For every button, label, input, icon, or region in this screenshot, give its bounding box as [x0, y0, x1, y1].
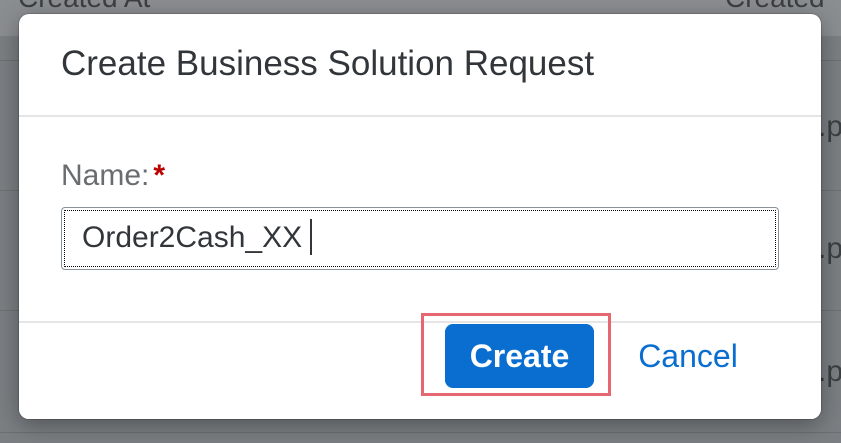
dialog-header: Create Business Solution Request	[19, 14, 821, 117]
text-caret	[310, 219, 313, 256]
name-input-value: Order2Cash_XX	[82, 221, 303, 254]
create-button[interactable]: Create	[445, 324, 594, 388]
required-marker: *	[153, 159, 166, 192]
background-column-created: Created	[725, 0, 825, 14]
background-cell: .p	[818, 355, 841, 388]
background-row-divider	[0, 432, 841, 433]
cancel-button[interactable]: Cancel	[618, 324, 758, 388]
background-cell: .p	[818, 232, 841, 265]
name-field-label: Name: *	[61, 159, 165, 193]
dialog-title: Create Business Solution Request	[61, 44, 595, 83]
name-label-text: Name:	[61, 159, 150, 192]
name-input[interactable]: Order2Cash_XX	[61, 207, 779, 270]
name-input-value-wrapper: Order2Cash_XX	[82, 219, 313, 256]
background-cell: .p	[818, 110, 841, 143]
background-column-created-at: Created At	[18, 0, 150, 14]
